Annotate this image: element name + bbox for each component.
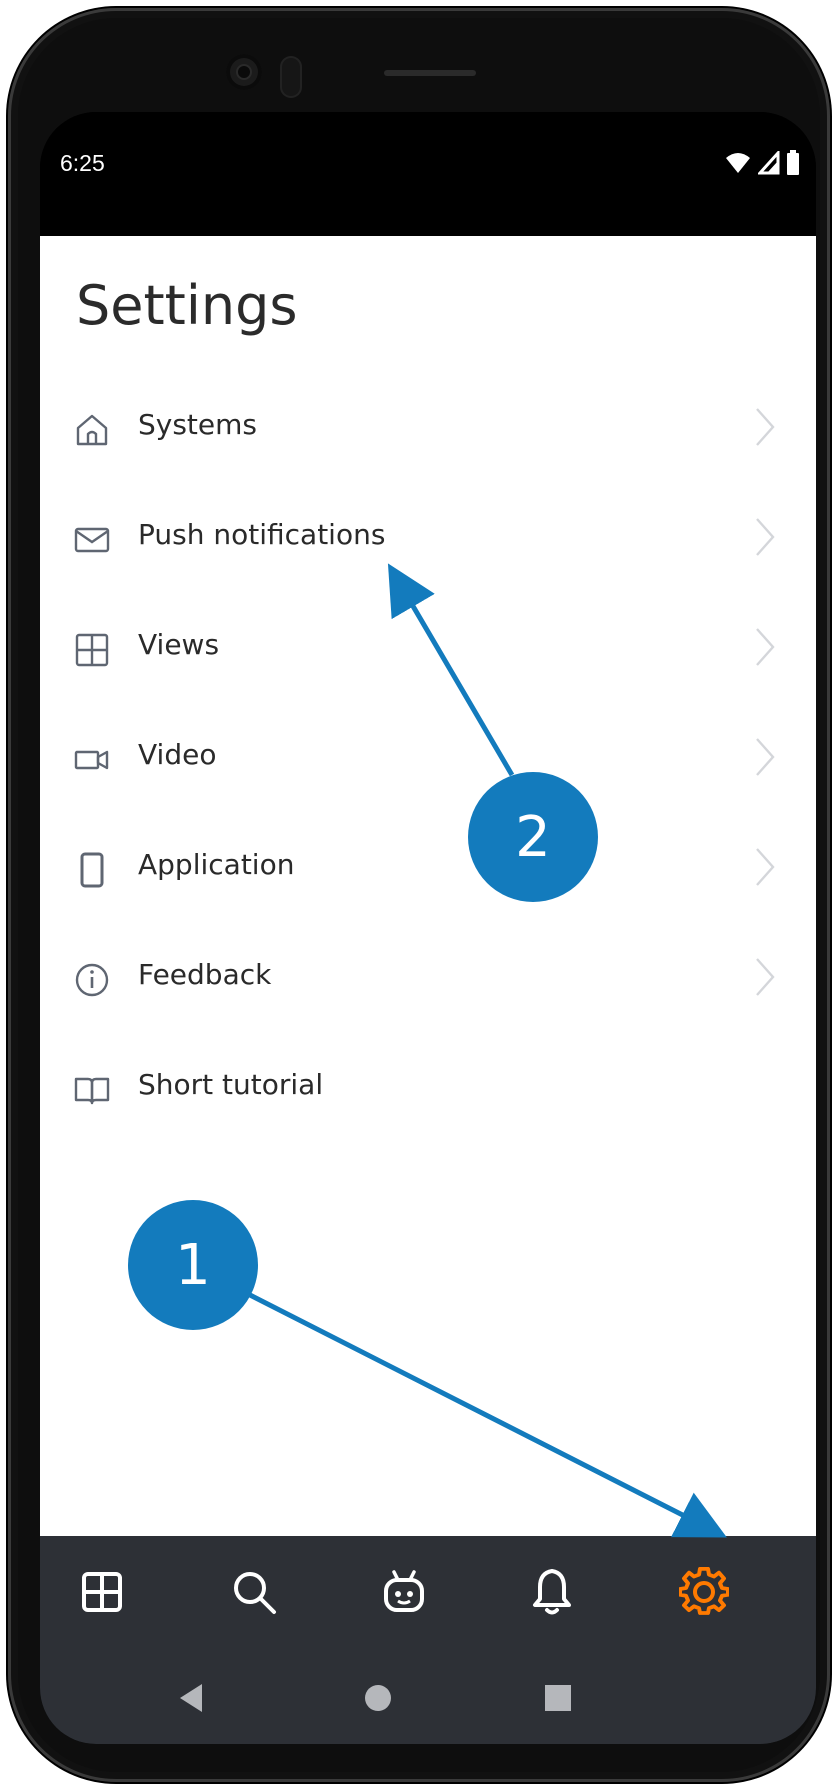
recents-button[interactable] (536, 1676, 580, 1720)
signal-icon (758, 151, 780, 175)
menu-item-short-tutorial[interactable]: Short tutorial (40, 1036, 816, 1146)
battery-icon (787, 150, 799, 175)
grid-icon (82, 1572, 122, 1612)
settings-page: Settings Systems Push notifications View… (40, 236, 816, 1546)
tab-assistant[interactable] (376, 1564, 432, 1620)
robot-icon (384, 1570, 424, 1612)
earpiece-speaker (384, 70, 476, 76)
info-icon (75, 963, 109, 997)
wifi-icon (726, 153, 750, 173)
menu-item-application[interactable]: Application (40, 816, 816, 926)
book-icon (74, 1077, 110, 1105)
mail-icon (74, 527, 110, 553)
video-icon (74, 750, 109, 770)
system-navigation (40, 1656, 816, 1744)
status-time: 6:25 (60, 150, 105, 176)
menu-item-feedback[interactable]: Feedback (40, 926, 816, 1036)
tab-views[interactable] (74, 1564, 130, 1620)
home-button[interactable] (356, 1676, 400, 1720)
chevron-right-icon (756, 518, 775, 556)
search-icon (234, 1572, 276, 1614)
menu-item-label: Systems (138, 408, 257, 441)
front-camera (226, 54, 262, 90)
status-bar: 6:25 (40, 112, 816, 236)
status-icons (724, 150, 800, 176)
menu-item-systems[interactable]: Systems (40, 376, 816, 486)
tab-settings[interactable] (676, 1564, 732, 1620)
bottom-navigation (40, 1536, 816, 1744)
phone-frame: 6:25 Settings Systems Push notifications… (0, 0, 840, 1790)
chevron-right-icon (756, 848, 775, 886)
menu-item-label: Short tutorial (138, 1068, 324, 1101)
menu-item-views[interactable]: Views (40, 596, 816, 706)
chevron-right-icon (756, 958, 775, 996)
menu-item-label: Video (138, 738, 217, 771)
gear-icon (679, 1567, 729, 1615)
tab-bar (40, 1536, 816, 1656)
menu-item-video[interactable]: Video (40, 706, 816, 816)
home-icon (76, 414, 108, 446)
chevron-right-icon (756, 628, 775, 666)
back-button[interactable] (170, 1676, 214, 1720)
tab-notifications[interactable] (524, 1564, 580, 1620)
menu-item-label: Views (138, 628, 220, 661)
proximity-sensor (280, 56, 302, 98)
chevron-right-icon (756, 738, 775, 776)
menu-item-label: Push notifications (138, 518, 386, 551)
screen: 6:25 Settings Systems Push notifications… (40, 112, 816, 1744)
settings-menu: Systems Push notifications Views Video A… (40, 376, 816, 1146)
menu-item-label: Feedback (138, 958, 272, 991)
phone-icon (80, 852, 104, 888)
grid-icon (75, 633, 109, 667)
menu-item-push-notifications[interactable]: Push notifications (40, 486, 816, 596)
bell-icon (533, 1569, 571, 1615)
menu-item-label: Application (138, 848, 295, 881)
page-title: Settings (76, 274, 298, 337)
chevron-right-icon (756, 408, 775, 446)
tab-search[interactable] (226, 1564, 282, 1620)
